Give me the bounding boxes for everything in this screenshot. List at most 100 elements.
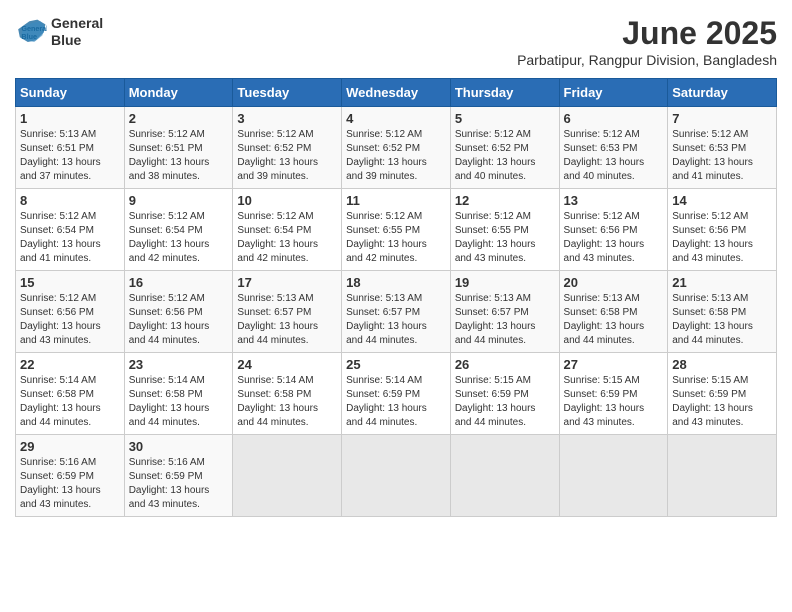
weekday-header: Sunday bbox=[16, 79, 125, 107]
day-number: 26 bbox=[455, 357, 555, 372]
calendar-cell: 24 Sunrise: 5:14 AMSunset: 6:58 PMDaylig… bbox=[233, 353, 342, 435]
day-info: Sunrise: 5:14 AMSunset: 6:59 PMDaylight:… bbox=[346, 375, 427, 428]
calendar-cell: 7 Sunrise: 5:12 AMSunset: 6:53 PMDayligh… bbox=[668, 107, 777, 189]
weekday-header-row: SundayMondayTuesdayWednesdayThursdayFrid… bbox=[16, 79, 777, 107]
calendar-cell: 11 Sunrise: 5:12 AMSunset: 6:55 PMDaylig… bbox=[342, 189, 451, 271]
calendar-cell: 21 Sunrise: 5:13 AMSunset: 6:58 PMDaylig… bbox=[668, 271, 777, 353]
day-number: 20 bbox=[564, 275, 664, 290]
weekday-header: Friday bbox=[559, 79, 668, 107]
calendar-cell bbox=[342, 435, 451, 517]
day-number: 15 bbox=[20, 275, 120, 290]
day-info: Sunrise: 5:12 AMSunset: 6:56 PMDaylight:… bbox=[129, 293, 210, 346]
day-info: Sunrise: 5:12 AMSunset: 6:55 PMDaylight:… bbox=[346, 211, 427, 264]
day-info: Sunrise: 5:12 AMSunset: 6:54 PMDaylight:… bbox=[129, 211, 210, 264]
day-number: 19 bbox=[455, 275, 555, 290]
day-number: 2 bbox=[129, 111, 229, 126]
day-number: 29 bbox=[20, 439, 120, 454]
day-info: Sunrise: 5:15 AMSunset: 6:59 PMDaylight:… bbox=[455, 375, 536, 428]
calendar-cell: 23 Sunrise: 5:14 AMSunset: 6:58 PMDaylig… bbox=[124, 353, 233, 435]
weekday-header: Thursday bbox=[450, 79, 559, 107]
calendar-cell: 2 Sunrise: 5:12 AMSunset: 6:51 PMDayligh… bbox=[124, 107, 233, 189]
day-number: 4 bbox=[346, 111, 446, 126]
calendar-cell: 8 Sunrise: 5:12 AMSunset: 6:54 PMDayligh… bbox=[16, 189, 125, 271]
day-info: Sunrise: 5:13 AMSunset: 6:51 PMDaylight:… bbox=[20, 129, 101, 182]
calendar-cell: 4 Sunrise: 5:12 AMSunset: 6:52 PMDayligh… bbox=[342, 107, 451, 189]
calendar-cell: 16 Sunrise: 5:12 AMSunset: 6:56 PMDaylig… bbox=[124, 271, 233, 353]
day-number: 23 bbox=[129, 357, 229, 372]
day-info: Sunrise: 5:15 AMSunset: 6:59 PMDaylight:… bbox=[672, 375, 753, 428]
calendar-title: June 2025 bbox=[517, 15, 777, 52]
weekday-header: Saturday bbox=[668, 79, 777, 107]
title-section: June 2025 Parbatipur, Rangpur Division, … bbox=[517, 15, 777, 68]
calendar-cell: 14 Sunrise: 5:12 AMSunset: 6:56 PMDaylig… bbox=[668, 189, 777, 271]
day-info: Sunrise: 5:15 AMSunset: 6:59 PMDaylight:… bbox=[564, 375, 645, 428]
day-number: 21 bbox=[672, 275, 772, 290]
day-number: 22 bbox=[20, 357, 120, 372]
day-number: 9 bbox=[129, 193, 229, 208]
day-number: 7 bbox=[672, 111, 772, 126]
day-number: 16 bbox=[129, 275, 229, 290]
calendar-cell: 10 Sunrise: 5:12 AMSunset: 6:54 PMDaylig… bbox=[233, 189, 342, 271]
calendar-cell: 27 Sunrise: 5:15 AMSunset: 6:59 PMDaylig… bbox=[559, 353, 668, 435]
calendar-week-row: 22 Sunrise: 5:14 AMSunset: 6:58 PMDaylig… bbox=[16, 353, 777, 435]
day-number: 8 bbox=[20, 193, 120, 208]
day-info: Sunrise: 5:16 AMSunset: 6:59 PMDaylight:… bbox=[129, 457, 210, 510]
day-number: 24 bbox=[237, 357, 337, 372]
calendar-cell: 5 Sunrise: 5:12 AMSunset: 6:52 PMDayligh… bbox=[450, 107, 559, 189]
calendar-cell: 25 Sunrise: 5:14 AMSunset: 6:59 PMDaylig… bbox=[342, 353, 451, 435]
day-info: Sunrise: 5:12 AMSunset: 6:51 PMDaylight:… bbox=[129, 129, 210, 182]
calendar-cell: 1 Sunrise: 5:13 AMSunset: 6:51 PMDayligh… bbox=[16, 107, 125, 189]
day-number: 18 bbox=[346, 275, 446, 290]
day-number: 3 bbox=[237, 111, 337, 126]
day-info: Sunrise: 5:13 AMSunset: 6:58 PMDaylight:… bbox=[672, 293, 753, 346]
page-header: General Blue General Blue June 2025 Parb… bbox=[15, 15, 777, 68]
calendar-week-row: 29 Sunrise: 5:16 AMSunset: 6:59 PMDaylig… bbox=[16, 435, 777, 517]
day-info: Sunrise: 5:12 AMSunset: 6:52 PMDaylight:… bbox=[346, 129, 427, 182]
weekday-header: Monday bbox=[124, 79, 233, 107]
day-info: Sunrise: 5:12 AMSunset: 6:53 PMDaylight:… bbox=[564, 129, 645, 182]
calendar-cell: 20 Sunrise: 5:13 AMSunset: 6:58 PMDaylig… bbox=[559, 271, 668, 353]
day-number: 28 bbox=[672, 357, 772, 372]
logo: General Blue General Blue bbox=[15, 15, 103, 49]
day-number: 11 bbox=[346, 193, 446, 208]
calendar-cell: 17 Sunrise: 5:13 AMSunset: 6:57 PMDaylig… bbox=[233, 271, 342, 353]
logo-line1: General bbox=[51, 15, 103, 32]
day-info: Sunrise: 5:12 AMSunset: 6:52 PMDaylight:… bbox=[455, 129, 536, 182]
day-info: Sunrise: 5:13 AMSunset: 6:57 PMDaylight:… bbox=[237, 293, 318, 346]
calendar-cell bbox=[668, 435, 777, 517]
weekday-header: Wednesday bbox=[342, 79, 451, 107]
calendar-cell: 12 Sunrise: 5:12 AMSunset: 6:55 PMDaylig… bbox=[450, 189, 559, 271]
day-info: Sunrise: 5:12 AMSunset: 6:56 PMDaylight:… bbox=[672, 211, 753, 264]
day-info: Sunrise: 5:14 AMSunset: 6:58 PMDaylight:… bbox=[20, 375, 101, 428]
weekday-header: Tuesday bbox=[233, 79, 342, 107]
day-number: 30 bbox=[129, 439, 229, 454]
day-info: Sunrise: 5:14 AMSunset: 6:58 PMDaylight:… bbox=[129, 375, 210, 428]
day-info: Sunrise: 5:12 AMSunset: 6:56 PMDaylight:… bbox=[20, 293, 101, 346]
day-info: Sunrise: 5:16 AMSunset: 6:59 PMDaylight:… bbox=[20, 457, 101, 510]
day-number: 1 bbox=[20, 111, 120, 126]
day-info: Sunrise: 5:12 AMSunset: 6:55 PMDaylight:… bbox=[455, 211, 536, 264]
calendar-cell bbox=[233, 435, 342, 517]
calendar-cell bbox=[450, 435, 559, 517]
day-info: Sunrise: 5:12 AMSunset: 6:52 PMDaylight:… bbox=[237, 129, 318, 182]
day-info: Sunrise: 5:13 AMSunset: 6:57 PMDaylight:… bbox=[455, 293, 536, 346]
day-number: 6 bbox=[564, 111, 664, 126]
calendar-cell: 9 Sunrise: 5:12 AMSunset: 6:54 PMDayligh… bbox=[124, 189, 233, 271]
day-number: 5 bbox=[455, 111, 555, 126]
calendar-cell bbox=[559, 435, 668, 517]
calendar-cell: 6 Sunrise: 5:12 AMSunset: 6:53 PMDayligh… bbox=[559, 107, 668, 189]
calendar-cell: 18 Sunrise: 5:13 AMSunset: 6:57 PMDaylig… bbox=[342, 271, 451, 353]
logo-icon: General Blue bbox=[15, 18, 47, 46]
day-info: Sunrise: 5:14 AMSunset: 6:58 PMDaylight:… bbox=[237, 375, 318, 428]
calendar-cell: 22 Sunrise: 5:14 AMSunset: 6:58 PMDaylig… bbox=[16, 353, 125, 435]
day-info: Sunrise: 5:12 AMSunset: 6:54 PMDaylight:… bbox=[237, 211, 318, 264]
day-info: Sunrise: 5:13 AMSunset: 6:58 PMDaylight:… bbox=[564, 293, 645, 346]
day-number: 13 bbox=[564, 193, 664, 208]
day-number: 10 bbox=[237, 193, 337, 208]
calendar-cell: 29 Sunrise: 5:16 AMSunset: 6:59 PMDaylig… bbox=[16, 435, 125, 517]
day-info: Sunrise: 5:12 AMSunset: 6:53 PMDaylight:… bbox=[672, 129, 753, 182]
day-number: 27 bbox=[564, 357, 664, 372]
calendar-week-row: 15 Sunrise: 5:12 AMSunset: 6:56 PMDaylig… bbox=[16, 271, 777, 353]
calendar-cell: 13 Sunrise: 5:12 AMSunset: 6:56 PMDaylig… bbox=[559, 189, 668, 271]
svg-text:Blue: Blue bbox=[21, 32, 37, 41]
